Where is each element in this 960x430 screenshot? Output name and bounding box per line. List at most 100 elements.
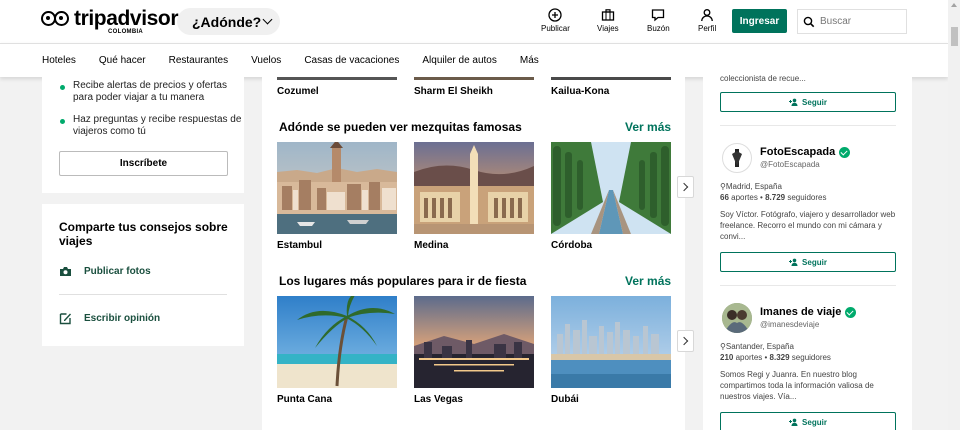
city-name[interactable]: Sharm El Sheikh xyxy=(414,86,493,97)
nav-buzon-label: Buzón xyxy=(647,24,670,33)
briefcase-icon xyxy=(601,9,614,21)
estambul-image[interactable] xyxy=(277,142,397,234)
ver-mas-link[interactable]: Ver más xyxy=(625,120,671,134)
benefit-text: Recibe alertas de precios y ofertas para… xyxy=(73,80,227,103)
camera-icon xyxy=(60,267,71,276)
seguidores-count: 8.329 xyxy=(769,353,790,362)
profile-location: ⚲Santander, España xyxy=(720,341,794,352)
add-user-icon xyxy=(789,98,798,106)
scroll-up-arrow-icon[interactable] xyxy=(951,3,957,7)
seguir-button[interactable]: Seguir xyxy=(720,92,896,112)
aportes-count: 66 xyxy=(720,193,729,202)
city-name[interactable]: Kailua-Kona xyxy=(551,86,609,97)
profile-bio-text: coleccionista de recue... xyxy=(720,74,806,83)
carousel-next-arrow-icon[interactable] xyxy=(677,330,694,352)
logo-country-text: COLOMBIA xyxy=(108,29,144,35)
category-nav: Hoteles Qué hacer Restaurantes Vuelos Ca… xyxy=(0,43,948,77)
signup-card: Recibe alertas de precios y ofertas para… xyxy=(42,77,244,193)
city-name[interactable]: Punta Cana xyxy=(277,394,332,405)
nav-perfil[interactable]: Perfil xyxy=(698,8,716,33)
where-label: ¿Adónde? xyxy=(192,13,262,30)
ver-mas-link[interactable]: Ver más xyxy=(625,274,671,288)
nav-viajes-label: Viajes xyxy=(597,24,619,33)
nav-que-hacer[interactable]: Qué hacer xyxy=(99,55,146,66)
escribir-opinion-label: Escribir opinión xyxy=(84,313,161,324)
nav-hoteles[interactable]: Hoteles xyxy=(42,55,76,66)
nav-perfil-label: Perfil xyxy=(698,24,717,33)
avatar[interactable] xyxy=(722,143,752,173)
nav-vuelos[interactable]: Vuelos xyxy=(251,55,281,66)
sharm-image[interactable] xyxy=(414,77,534,80)
profile-stats: 66 aportes • 8.729 seguidores xyxy=(720,193,827,202)
scroll-thumb[interactable] xyxy=(951,27,958,46)
city-name[interactable]: Cozumel xyxy=(277,86,319,97)
verified-check-icon xyxy=(839,146,851,158)
cozumel-image[interactable] xyxy=(277,77,397,80)
nav-casas-vacaciones[interactable]: Casas de vacaciones xyxy=(304,55,399,66)
nav-viajes[interactable]: Viajes xyxy=(597,8,619,33)
kailua-image[interactable] xyxy=(551,77,671,80)
share-tips-title: Comparte tus consejos sobre viajes xyxy=(59,220,228,248)
where-dropdown[interactable]: ¿Adónde? xyxy=(177,8,280,35)
avatar[interactable] xyxy=(722,303,752,333)
city-name[interactable]: Estambul xyxy=(277,240,322,251)
inscribete-button[interactable]: Inscríbete xyxy=(59,151,228,176)
seguidores-count: 8.729 xyxy=(765,193,786,202)
publicar-fotos-link[interactable]: Publicar fotos xyxy=(59,266,151,277)
seguir-label: Seguir xyxy=(802,97,827,107)
profile-stats: 210 aportes • 8.329 seguidores xyxy=(720,353,831,362)
section-title: Los lugares más populares para ir de fie… xyxy=(279,274,527,288)
profile-name[interactable]: Imanes de viaje xyxy=(760,306,857,318)
nav-publicar-label: Publicar xyxy=(541,24,570,33)
city-name[interactable]: Las Vegas xyxy=(414,394,463,405)
aportes-label: aportes xyxy=(735,353,763,362)
punta-cana-image[interactable] xyxy=(277,296,397,388)
profile-handle: @FotoEscapada xyxy=(760,160,820,169)
city-name[interactable]: Córdoba xyxy=(551,240,592,251)
city-name[interactable]: Dubái xyxy=(551,394,579,405)
section-title: Adónde se pueden ver mezquitas famosas xyxy=(279,120,522,134)
profile-name-text: Imanes de viaje xyxy=(760,306,842,318)
nav-alquiler-autos[interactable]: Alquiler de autos xyxy=(422,55,497,66)
seguir-button[interactable]: Seguir xyxy=(720,412,896,430)
seguidores-label: seguidores xyxy=(791,353,831,362)
aportes-count: 210 xyxy=(720,353,734,362)
ingresar-button[interactable]: Ingresar xyxy=(732,9,787,33)
profile-location: ⚲Madrid, España xyxy=(720,181,782,192)
tripadvisor-logo[interactable]: tripadvisor COLOMBIA xyxy=(41,7,179,36)
seguidores-label: seguidores xyxy=(787,193,827,202)
dubai-image[interactable] xyxy=(551,296,671,388)
profile-location-text: Madrid, España xyxy=(725,182,782,191)
search-input[interactable]: Buscar xyxy=(797,9,907,34)
medina-image[interactable] xyxy=(414,142,534,234)
city-name[interactable]: Medina xyxy=(414,240,448,251)
chevron-down-icon xyxy=(262,14,273,25)
divider xyxy=(59,294,227,295)
profile-bio-text: Soy Víctor. Fotógrafo, viajero y desarro… xyxy=(720,210,896,241)
profile-bio-text: Somos Regi y Juanra. En nuestro blog com… xyxy=(720,370,874,401)
nav-restaurantes[interactable]: Restaurantes xyxy=(169,55,228,66)
divider xyxy=(720,125,896,126)
message-icon xyxy=(652,9,665,22)
seguir-label: Seguir xyxy=(802,417,827,427)
logo-brand-text: tripadvisor xyxy=(74,7,179,30)
carousel-next-arrow-icon[interactable] xyxy=(677,176,694,198)
las-vegas-image[interactable] xyxy=(414,296,534,388)
nav-mas[interactable]: Más xyxy=(520,55,539,66)
nav-buzon[interactable]: Buzón xyxy=(647,8,670,33)
profile-name-text: FotoEscapada xyxy=(760,146,836,158)
share-tips-card: Comparte tus consejos sobre viajes Publi… xyxy=(42,204,244,346)
escribir-opinion-link[interactable]: Escribir opinión xyxy=(59,312,160,325)
owl-logo-icon xyxy=(41,11,71,27)
nav-publicar[interactable]: Publicar xyxy=(541,8,570,33)
add-user-icon xyxy=(789,258,798,266)
profile-name[interactable]: FotoEscapada xyxy=(760,146,851,158)
page-scrollbar[interactable] xyxy=(948,0,960,430)
profile-location-text: Santander, España xyxy=(725,342,794,351)
add-user-icon xyxy=(789,418,798,426)
travelers-panel: coleccionista de recue... Seguir FotoEsc… xyxy=(703,74,912,430)
destinations-panel: Cozumel Sharm El Sheikh Kailua-Kona Adón… xyxy=(262,77,685,430)
profile-handle: @imanesdeviaje xyxy=(760,320,820,329)
seguir-button[interactable]: Seguir xyxy=(720,252,896,272)
cordoba-image[interactable] xyxy=(551,142,671,234)
